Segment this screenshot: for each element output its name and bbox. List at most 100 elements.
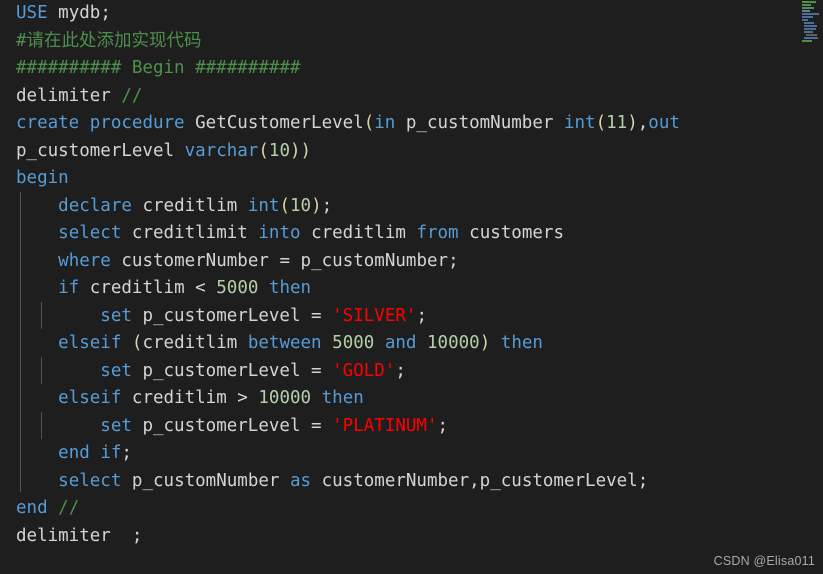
code-token-op (185, 113, 196, 133)
code-token-op: ; (121, 443, 132, 463)
code-token-kw: into (258, 223, 301, 243)
code-token-num: 10000 (258, 388, 312, 408)
code-token-op (132, 196, 143, 216)
code-line[interactable]: end if; (0, 440, 823, 468)
code-line[interactable]: begin (0, 165, 823, 193)
code-token-id: delimiter (16, 525, 111, 546)
code-token-op (301, 306, 312, 326)
code-token-op (322, 333, 333, 353)
code-token-op (322, 306, 333, 326)
code-token-kw: elseif (58, 333, 122, 353)
code-text-area[interactable]: USE mydb; #请在此处添加实现代码 ########## Begin ###… (0, 0, 823, 574)
code-line[interactable]: create procedure GetCustomerLevel(in p_c… (0, 110, 823, 138)
code-token-cmt: #请在此处添加实现代码 (16, 30, 202, 51)
code-token-kw: out (648, 113, 680, 133)
code-token-id: p_customerLevel (142, 305, 301, 326)
code-token-kw: int (247, 195, 280, 216)
code-token-op: , (469, 470, 480, 491)
code-line[interactable]: select creditlimit into creditlim from c… (0, 220, 823, 248)
code-token-id: p_customNumber (131, 470, 280, 491)
code-line[interactable]: delimiter ; (0, 523, 823, 551)
code-token-op (79, 278, 90, 298)
code-token-punc: ) (627, 113, 638, 133)
code-token-op (121, 333, 132, 353)
code-token-id: customerNumber (321, 470, 470, 491)
code-token-op (132, 361, 143, 381)
code-token-op: ; (131, 525, 143, 546)
code-token-id: p_customerLevel (142, 360, 301, 381)
code-line[interactable]: #请在此处添加实现代码 (0, 28, 823, 56)
code-line[interactable]: set p_customerLevel = 'GOLD'; (0, 358, 823, 386)
code-token-op (132, 306, 143, 326)
code-token-kw: select (58, 470, 122, 491)
code-token-op (132, 416, 143, 436)
code-line[interactable]: p_customerLevel varchar(10)) (0, 138, 823, 166)
code-token-op (248, 388, 259, 408)
minimap-row (802, 40, 812, 42)
code-token-punc: ( (258, 140, 269, 161)
code-token-op (237, 196, 248, 216)
code-token-punc: ( (595, 113, 607, 133)
minimap-overview[interactable] (800, 0, 823, 44)
code-token-id: p_customerLevel (479, 470, 638, 491)
code-token-id: creditlim (131, 388, 227, 408)
code-token-op: , (637, 113, 649, 133)
code-line[interactable]: set p_customerLevel = 'SILVER'; (0, 303, 823, 331)
code-token-id: customers (469, 223, 564, 243)
code-line[interactable]: where customerNumber = p_customNumber; (0, 248, 823, 276)
code-token-kw: then (500, 333, 543, 353)
code-token-kw: from (416, 223, 459, 243)
code-token-op (416, 333, 427, 353)
code-token-str: 'PLATINUM' (332, 415, 438, 436)
code-line[interactable]: elseif (creditlim between 5000 and 10000… (0, 330, 823, 358)
code-token-op (406, 223, 417, 243)
code-token-op (290, 251, 301, 271)
code-token-id: GetCustomerLevel (195, 113, 364, 133)
code-token-op (279, 471, 290, 491)
code-token-cmt: ########## Begin ########## (16, 58, 301, 78)
minimap-row (802, 13, 819, 15)
code-token-id: p_customNumber (405, 113, 554, 133)
code-token-op (490, 333, 501, 353)
minimap-row (804, 25, 817, 27)
code-line[interactable]: set p_customerLevel = 'PLATINUM'; (0, 413, 823, 441)
code-token-kw: int (563, 113, 596, 133)
code-token-kw: end (58, 443, 90, 463)
code-token-kw: USE (16, 3, 48, 23)
code-token-op: ; (437, 415, 449, 436)
code-line[interactable]: delimiter // (0, 83, 823, 111)
code-token-op (374, 333, 385, 353)
code-token-op (322, 416, 333, 436)
code-token-op (121, 223, 132, 243)
code-token-str: 'SILVER' (332, 305, 417, 326)
code-token-op (258, 278, 269, 298)
code-token-op (174, 141, 185, 161)
code-line[interactable]: elseif creditlim > 10000 then (0, 385, 823, 413)
minimap-row (802, 1, 816, 3)
code-token-id: creditlim (89, 278, 185, 298)
minimap-row (802, 19, 808, 21)
code-line[interactable]: if creditlim < 5000 then (0, 275, 823, 303)
code-line[interactable]: ########## Begin ########## (0, 55, 823, 83)
code-token-op: = (279, 250, 290, 271)
code-token-op (311, 388, 322, 408)
code-line[interactable]: end // (0, 495, 823, 523)
code-token-op (227, 388, 238, 408)
code-line[interactable]: USE mydb; (0, 0, 823, 28)
code-token-id: p_customerLevel (142, 415, 301, 436)
code-token-kw: varchar (184, 140, 259, 161)
code-editor[interactable]: USE mydb; #请在此处添加实现代码 ########## Begin ###… (0, 0, 823, 574)
code-line[interactable]: select p_customNumber as customerNumber,… (0, 468, 823, 496)
code-token-op (269, 251, 280, 271)
code-token-op (79, 113, 90, 133)
code-token-op (111, 251, 122, 271)
code-token-op (111, 86, 122, 106)
minimap-row (804, 37, 818, 39)
code-line[interactable]: declare creditlim int(10); (0, 193, 823, 221)
code-token-kw: set (100, 305, 132, 326)
